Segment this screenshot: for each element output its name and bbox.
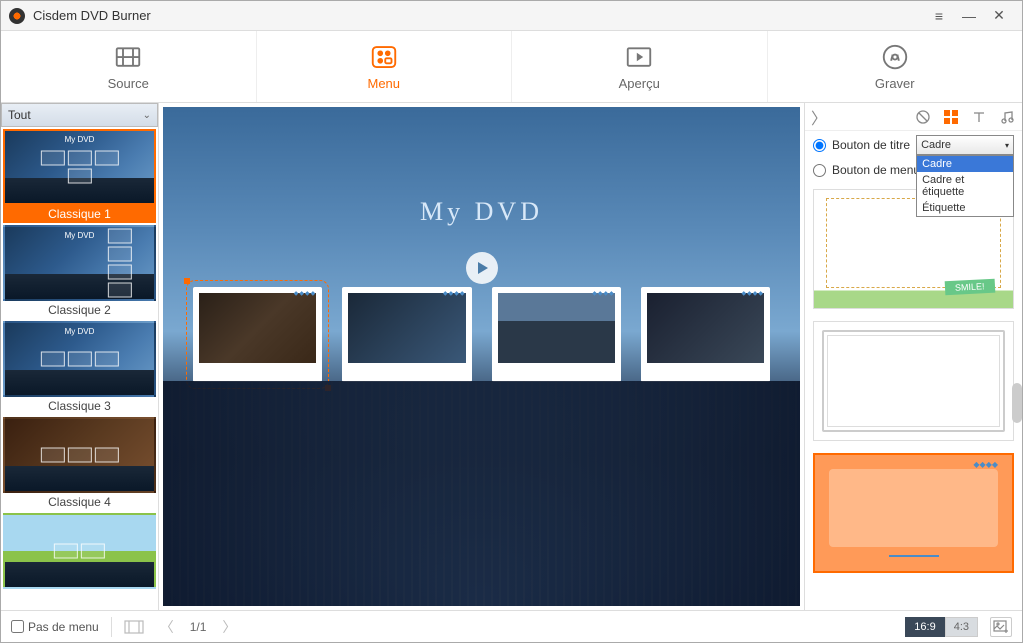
add-image-button[interactable] xyxy=(990,617,1012,637)
template-mini-title: My DVD xyxy=(65,327,95,336)
template-thumb: My DVD xyxy=(3,321,156,397)
title-thumbnail[interactable]: ◆◆◆◆ xyxy=(641,287,770,382)
tab-source[interactable]: Source xyxy=(1,31,257,102)
tab-label: Source xyxy=(108,76,149,91)
app-title: Cisdem DVD Burner xyxy=(33,8,924,23)
dropdown-option[interactable]: Cadre et étiquette xyxy=(917,172,1013,200)
play-preview-icon xyxy=(624,42,654,72)
template-thumb: My DVD xyxy=(3,129,156,205)
frame-tag-label: SMILE! xyxy=(945,279,995,296)
filmstrip-icon xyxy=(113,42,143,72)
radio-label: Bouton de menu xyxy=(832,163,920,177)
template-item-classique-3[interactable]: My DVD Classique 3 xyxy=(3,321,156,415)
dropdown-option[interactable]: Étiquette xyxy=(917,200,1013,216)
template-item-classique-4[interactable]: Classique 4 xyxy=(3,417,156,511)
ratio-43-button[interactable]: 4:3 xyxy=(945,617,978,637)
frame-style-item[interactable] xyxy=(813,321,1014,441)
title-thumbnail[interactable]: ◆◆◆◆ xyxy=(342,287,471,382)
preview-area: My DVD ◆◆◆◆ ◆◆◆◆ ◆◆◆◆ ◆◆◆◆ xyxy=(159,103,804,610)
template-label: Classique 1 xyxy=(3,205,156,223)
next-page-button[interactable]: 〉 xyxy=(218,617,240,637)
collapse-panel-button[interactable]: 〉 xyxy=(811,105,827,129)
tab-preview[interactable]: Aperçu xyxy=(512,31,768,102)
title-thumbnails-row: ◆◆◆◆ ◆◆◆◆ ◆◆◆◆ ◆◆◆◆ xyxy=(193,287,770,382)
main-nav: Source Menu Aperçu Graver xyxy=(1,31,1022,103)
template-label: Classique 2 xyxy=(3,301,156,319)
dropdown-option[interactable]: Cadre xyxy=(917,156,1013,172)
frame-styles-list[interactable]: SMILE! ◆◆◆◆ xyxy=(805,181,1022,610)
template-item-classique-2[interactable]: My DVD Classique 2 xyxy=(3,225,156,319)
template-item-classique-1[interactable]: My DVD Classique 1 xyxy=(3,129,156,223)
template-sidebar: Tout ⌄ My DVD Classique 1 My DVD Classiq… xyxy=(1,103,159,610)
ratio-169-button[interactable]: 16:9 xyxy=(905,617,944,637)
dvd-title[interactable]: My DVD xyxy=(420,197,543,227)
minimize-button[interactable]: — xyxy=(954,6,984,26)
text-icon[interactable] xyxy=(970,108,988,126)
chevron-down-icon: ⌄ xyxy=(143,110,151,121)
template-item-5[interactable] xyxy=(3,513,156,589)
tab-label: Menu xyxy=(367,76,400,91)
title-thumbnail[interactable]: ◆◆◆◆ xyxy=(492,287,621,382)
template-mini-title: My DVD xyxy=(65,135,95,144)
play-button[interactable] xyxy=(466,252,498,284)
properties-toolbar: 〉 xyxy=(805,103,1022,131)
menu-canvas[interactable]: My DVD ◆◆◆◆ ◆◆◆◆ ◆◆◆◆ ◆◆◆◆ xyxy=(163,107,800,606)
properties-panel: 〉 Bouton de titre Cadre ▾ Cadre Cadre et… xyxy=(804,103,1022,610)
select-value: Cadre xyxy=(921,139,951,151)
radio-title-button[interactable] xyxy=(813,139,826,152)
category-dropdown[interactable]: Tout ⌄ xyxy=(1,103,158,127)
app-logo-icon xyxy=(9,8,25,24)
template-label: Classique 3 xyxy=(3,397,156,415)
no-frame-icon[interactable] xyxy=(914,108,932,126)
chevron-down-icon: ▾ xyxy=(1005,141,1009,150)
tab-burn[interactable]: Graver xyxy=(768,31,1023,102)
no-menu-checkbox[interactable] xyxy=(11,620,24,633)
title-thumbnail[interactable]: ◆◆◆◆ xyxy=(193,287,322,382)
tab-label: Aperçu xyxy=(619,76,660,91)
music-icon[interactable] xyxy=(998,108,1016,126)
filmstrip-icon xyxy=(124,619,144,635)
frame-dropdown-list: Cadre Cadre et étiquette Étiquette xyxy=(916,155,1014,217)
bottom-bar: Pas de menu 〈 1/1 〉 16:9 4:3 xyxy=(1,610,1022,642)
template-thumb xyxy=(3,417,156,493)
template-thumb: My DVD xyxy=(3,225,156,301)
tab-menu[interactable]: Menu xyxy=(257,31,513,102)
frame-select[interactable]: Cadre ▾ xyxy=(916,135,1014,155)
template-thumb xyxy=(3,513,156,589)
title-bar: Cisdem DVD Burner ≡ — ✕ xyxy=(1,1,1022,31)
radio-row-title-button: Bouton de titre Cadre ▾ Cadre Cadre et é… xyxy=(805,131,1022,159)
hamburger-menu-button[interactable]: ≡ xyxy=(924,6,954,26)
no-menu-label: Pas de menu xyxy=(28,620,99,634)
frame-style-item[interactable]: ◆◆◆◆ xyxy=(813,453,1014,573)
radio-label: Bouton de titre xyxy=(832,138,910,152)
body: Tout ⌄ My DVD Classique 1 My DVD Classiq… xyxy=(1,103,1022,610)
frame-select-wrap: Cadre ▾ Cadre Cadre et étiquette Étiquet… xyxy=(916,135,1014,155)
no-menu-checkbox-wrap[interactable]: Pas de menu xyxy=(11,620,99,634)
tab-label: Graver xyxy=(875,76,915,91)
scrollbar-thumb[interactable] xyxy=(1012,383,1022,423)
template-list[interactable]: My DVD Classique 1 My DVD Classique 2 My… xyxy=(1,127,158,610)
category-label: Tout xyxy=(8,108,31,122)
template-label: Classique 4 xyxy=(3,493,156,511)
radio-menu-button[interactable] xyxy=(813,164,826,177)
aspect-ratio-toggle: 16:9 4:3 xyxy=(905,617,978,637)
close-button[interactable]: ✕ xyxy=(984,6,1014,26)
burn-disc-icon xyxy=(880,42,910,72)
menu-template-icon xyxy=(369,42,399,72)
frame-grid-icon[interactable] xyxy=(942,108,960,126)
prev-page-button[interactable]: 〈 xyxy=(156,617,178,637)
page-indicator: 1/1 xyxy=(190,620,207,634)
